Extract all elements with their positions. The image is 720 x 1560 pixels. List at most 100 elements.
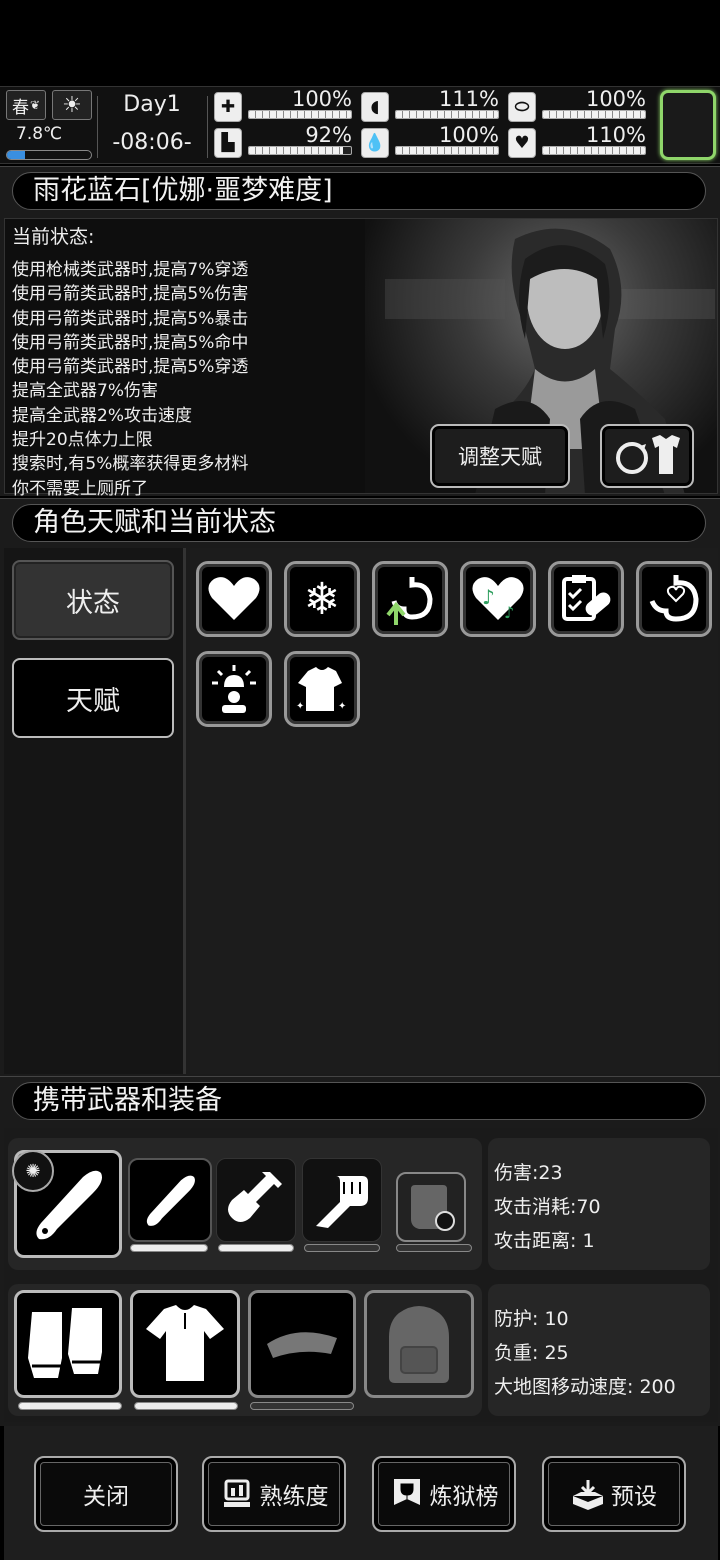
gloves-durability-fill xyxy=(19,1403,121,1409)
status-line: 提高全武器7%伤害 xyxy=(12,381,158,402)
gear-stats: 防护: 10 负重: 25 大地图移动速度: 200 xyxy=(488,1284,710,1416)
snowflake-icon: ❄ xyxy=(303,573,341,625)
weapon-2-durability-fill xyxy=(131,1245,207,1251)
shirt-durability-fill xyxy=(135,1403,237,1409)
gear-slot-backpack[interactable] xyxy=(364,1290,474,1398)
proficiency-icon xyxy=(220,1477,254,1511)
slash-icon: ✺ xyxy=(12,1150,54,1192)
weapon-slot-4[interactable] xyxy=(302,1158,382,1242)
talent-clipboard-bandage[interactable] xyxy=(548,561,624,637)
map-speed-stat: 大地图移动速度: 200 xyxy=(494,1376,676,1398)
hunger-bar xyxy=(395,110,499,119)
talent-stomach-growth[interactable] xyxy=(372,561,448,637)
weapon-3-durability xyxy=(218,1244,294,1252)
ranking-label: 炼狱榜 xyxy=(429,1484,499,1510)
gear-slot-gloves[interactable] xyxy=(14,1290,122,1398)
alarm-person-icon xyxy=(212,665,256,713)
talent-alarm-person[interactable] xyxy=(196,651,272,727)
preset-button[interactable]: 预设 xyxy=(542,1456,686,1532)
status-line: 使用弓箭类武器时,提高5%伤害 xyxy=(12,284,249,305)
svg-text:✦: ✦ xyxy=(338,701,346,712)
sun-icon: ☀ xyxy=(52,90,92,120)
svg-text:♪: ♪ xyxy=(482,585,495,609)
change-outfit-button[interactable] xyxy=(600,424,694,488)
svg-text:♪: ♪ xyxy=(504,603,514,622)
attack-cost-stat: 攻击消耗:70 xyxy=(494,1196,601,1218)
ranking-button[interactable]: 炼狱榜 xyxy=(372,1456,516,1532)
shirt-sparkle-icon: ✦ ✦ xyxy=(296,667,346,712)
water-drop-icon: 💧 xyxy=(361,128,389,158)
status-line: 提升20点体力上限 xyxy=(12,430,153,451)
talent-snowflake[interactable]: ❄ xyxy=(284,561,360,637)
status-line: 搜索时,有5%概率获得更多材料 xyxy=(12,454,249,475)
boot-icon: ▙ xyxy=(214,128,242,158)
tab-status[interactable]: 状态 xyxy=(12,560,174,640)
talent-heart[interactable] xyxy=(196,561,272,637)
heart-icon xyxy=(208,577,260,620)
leaf-icon: ❦ xyxy=(29,98,41,112)
health-bar-fill xyxy=(249,111,351,118)
thirst-value: 100% xyxy=(438,123,499,147)
weapon-4-durability xyxy=(304,1244,380,1252)
preset-label: 预设 xyxy=(611,1484,657,1510)
attack-range-stat: 攻击距离: 1 xyxy=(494,1230,595,1252)
weight-stat: 负重: 25 xyxy=(494,1342,569,1364)
shirt-durability xyxy=(134,1402,238,1410)
heart-icon: ♥ xyxy=(508,128,536,158)
tab-talent[interactable]: 天赋 xyxy=(12,658,174,738)
talent-heart-stomach[interactable] xyxy=(636,561,712,637)
character-header: 雨花蓝石[优娜·噩梦难度] xyxy=(12,172,706,210)
weapon-slot-5[interactable] xyxy=(396,1172,466,1242)
thirst-bar-fill xyxy=(396,147,498,154)
divider xyxy=(207,96,208,158)
talent-shirt[interactable]: ✦ ✦ xyxy=(284,651,360,727)
medicine-bar-fill xyxy=(543,111,645,118)
gloves-icon xyxy=(28,1308,102,1378)
weapon-stats: 伤害:23 攻击消耗:70 攻击距离: 1 xyxy=(488,1138,710,1270)
status-line: 使用弓箭类武器时,提高5%命中 xyxy=(12,332,249,353)
talent-header: 角色天赋和当前状态 xyxy=(12,504,706,542)
music-heart-icon: ♪ ♪ xyxy=(472,577,524,622)
knife-small-icon xyxy=(146,1175,195,1226)
stamina-bar-fill xyxy=(249,147,343,154)
status-line: 使用弓箭类武器时,提高5%暴击 xyxy=(12,308,249,329)
temperature-bar xyxy=(6,150,92,160)
riot-shield-icon xyxy=(411,1185,455,1231)
clock: -08:06- xyxy=(112,130,192,155)
shirt-icon xyxy=(146,1305,224,1381)
status-title: 当前状态: xyxy=(12,226,95,248)
season-label: 春 xyxy=(11,97,29,118)
temperature: 7.8℃ xyxy=(16,124,63,144)
temperature-fill xyxy=(7,151,26,159)
weapon-3-durability-fill xyxy=(219,1245,293,1251)
quick-slot[interactable] xyxy=(660,90,716,160)
weapon-slot-2[interactable] xyxy=(128,1158,212,1242)
adjust-talent-button[interactable]: 调整天赋 xyxy=(430,424,570,488)
gloves-durability xyxy=(18,1402,122,1410)
cap-durability xyxy=(250,1402,354,1410)
health-bar xyxy=(248,110,352,119)
svg-text:✦: ✦ xyxy=(296,701,304,712)
cap-icon xyxy=(267,1332,337,1358)
stomach-icon: ◖ xyxy=(361,92,389,122)
close-label: 关闭 xyxy=(83,1484,129,1510)
preset-box-icon xyxy=(571,1477,605,1511)
mood-bar-fill xyxy=(543,147,645,154)
season-indicator: 春 ❦ xyxy=(6,90,46,120)
weapon-slot-3[interactable] xyxy=(216,1158,296,1242)
shovel-icon xyxy=(228,1172,282,1222)
medkit-icon: ✚ xyxy=(214,92,242,122)
equipment-header: 携带武器和装备 xyxy=(12,1082,706,1120)
pill-icon: ⬭ xyxy=(508,92,536,122)
clipboard-bandage-icon xyxy=(562,575,611,621)
close-button[interactable]: 关闭 xyxy=(34,1456,178,1532)
backpack-icon xyxy=(389,1306,449,1383)
status-list[interactable]: 使用枪械类武器时,提高7%穿透 使用弓箭类武器时,提高5%伤害 使用弓箭类武器时… xyxy=(12,258,248,501)
talent-music-heart[interactable]: ♪ ♪ xyxy=(460,561,536,637)
status-line: 使用弓箭类武器时,提高5%穿透 xyxy=(12,357,249,378)
gear-slot-shirt[interactable] xyxy=(130,1290,240,1398)
hunger-bar-fill xyxy=(396,111,498,118)
fist-icon xyxy=(316,1176,368,1228)
proficiency-button[interactable]: 熟练度 xyxy=(202,1456,346,1532)
gear-slot-cap[interactable] xyxy=(248,1290,356,1398)
